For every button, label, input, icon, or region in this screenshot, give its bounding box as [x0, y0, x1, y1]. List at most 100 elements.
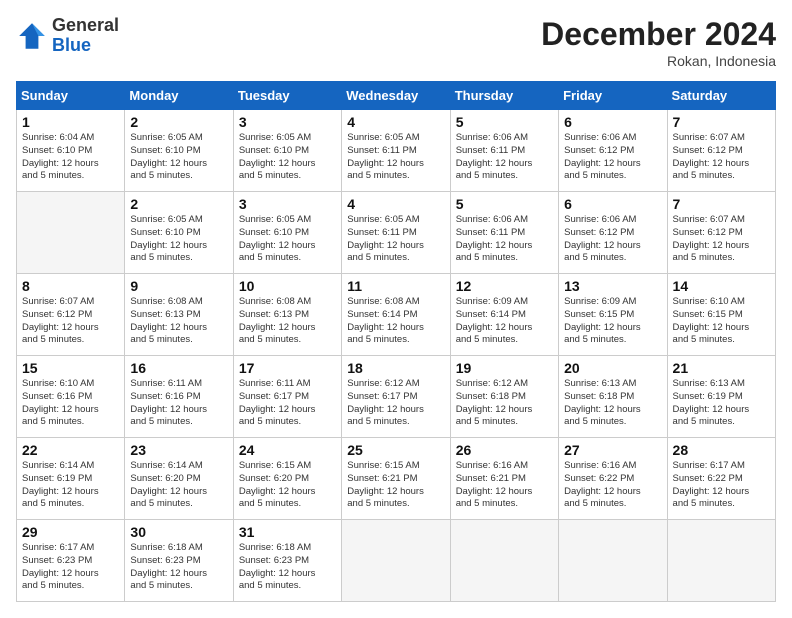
day-number: 20	[564, 360, 661, 376]
calendar-row: 1 Sunrise: 6:04 AM Sunset: 6:10 PM Dayli…	[17, 110, 776, 192]
calendar-cell: 18 Sunrise: 6:12 AM Sunset: 6:17 PM Dayl…	[342, 356, 450, 438]
day-info: Sunrise: 6:11 AM Sunset: 6:17 PM Dayligh…	[239, 378, 336, 429]
day-info: Sunrise: 6:05 AM Sunset: 6:11 PM Dayligh…	[347, 214, 444, 265]
calendar-cell: 21 Sunrise: 6:13 AM Sunset: 6:19 PM Dayl…	[667, 356, 775, 438]
month-year: December 2024	[541, 16, 776, 53]
calendar-row: 8 Sunrise: 6:07 AM Sunset: 6:12 PM Dayli…	[17, 274, 776, 356]
day-number: 11	[347, 278, 444, 294]
col-thursday: Thursday	[450, 82, 558, 110]
day-info: Sunrise: 6:15 AM Sunset: 6:21 PM Dayligh…	[347, 460, 444, 511]
day-number: 27	[564, 442, 661, 458]
calendar-cell: 8 Sunrise: 6:07 AM Sunset: 6:12 PM Dayli…	[17, 274, 125, 356]
calendar-cell: 6 Sunrise: 6:06 AM Sunset: 6:12 PM Dayli…	[559, 110, 667, 192]
calendar-row: 15 Sunrise: 6:10 AM Sunset: 6:16 PM Dayl…	[17, 356, 776, 438]
day-info: Sunrise: 6:09 AM Sunset: 6:15 PM Dayligh…	[564, 296, 661, 347]
calendar-cell: 25 Sunrise: 6:15 AM Sunset: 6:21 PM Dayl…	[342, 438, 450, 520]
calendar-cell: 26 Sunrise: 6:16 AM Sunset: 6:21 PM Dayl…	[450, 438, 558, 520]
day-info: Sunrise: 6:09 AM Sunset: 6:14 PM Dayligh…	[456, 296, 553, 347]
day-number: 4	[347, 196, 444, 212]
calendar-cell: 15 Sunrise: 6:10 AM Sunset: 6:16 PM Dayl…	[17, 356, 125, 438]
col-tuesday: Tuesday	[233, 82, 341, 110]
location: Rokan, Indonesia	[541, 53, 776, 69]
calendar-cell: 13 Sunrise: 6:09 AM Sunset: 6:15 PM Dayl…	[559, 274, 667, 356]
day-number: 21	[673, 360, 770, 376]
calendar-cell: 7 Sunrise: 6:07 AM Sunset: 6:12 PM Dayli…	[667, 110, 775, 192]
day-number: 24	[239, 442, 336, 458]
day-number: 14	[673, 278, 770, 294]
calendar-cell: 7 Sunrise: 6:07 AM Sunset: 6:12 PM Dayli…	[667, 192, 775, 274]
day-info: Sunrise: 6:13 AM Sunset: 6:19 PM Dayligh…	[673, 378, 770, 429]
col-sunday: Sunday	[17, 82, 125, 110]
day-info: Sunrise: 6:13 AM Sunset: 6:18 PM Dayligh…	[564, 378, 661, 429]
calendar-cell	[450, 520, 558, 602]
calendar-cell: 6 Sunrise: 6:06 AM Sunset: 6:12 PM Dayli…	[559, 192, 667, 274]
calendar-cell: 28 Sunrise: 6:17 AM Sunset: 6:22 PM Dayl…	[667, 438, 775, 520]
day-number: 7	[673, 196, 770, 212]
day-number: 13	[564, 278, 661, 294]
day-number: 7	[673, 114, 770, 130]
logo-text: General Blue	[52, 16, 119, 56]
calendar-cell	[342, 520, 450, 602]
page-header: General Blue December 2024 Rokan, Indone…	[16, 16, 776, 69]
day-number: 12	[456, 278, 553, 294]
logo-general: General	[52, 15, 119, 35]
calendar-cell: 5 Sunrise: 6:06 AM Sunset: 6:11 PM Dayli…	[450, 110, 558, 192]
day-number: 15	[22, 360, 119, 376]
day-info: Sunrise: 6:08 AM Sunset: 6:13 PM Dayligh…	[239, 296, 336, 347]
calendar-cell: 14 Sunrise: 6:10 AM Sunset: 6:15 PM Dayl…	[667, 274, 775, 356]
day-number: 9	[130, 278, 227, 294]
calendar-cell: 24 Sunrise: 6:15 AM Sunset: 6:20 PM Dayl…	[233, 438, 341, 520]
day-info: Sunrise: 6:06 AM Sunset: 6:11 PM Dayligh…	[456, 214, 553, 265]
calendar-cell: 2 Sunrise: 6:05 AM Sunset: 6:10 PM Dayli…	[125, 110, 233, 192]
col-wednesday: Wednesday	[342, 82, 450, 110]
day-number: 17	[239, 360, 336, 376]
day-number: 6	[564, 114, 661, 130]
day-info: Sunrise: 6:06 AM Sunset: 6:12 PM Dayligh…	[564, 214, 661, 265]
logo-blue: Blue	[52, 35, 91, 55]
day-number: 2	[130, 196, 227, 212]
title-block: December 2024 Rokan, Indonesia	[541, 16, 776, 69]
calendar-cell: 22 Sunrise: 6:14 AM Sunset: 6:19 PM Dayl…	[17, 438, 125, 520]
day-info: Sunrise: 6:18 AM Sunset: 6:23 PM Dayligh…	[239, 542, 336, 593]
day-number: 5	[456, 196, 553, 212]
day-info: Sunrise: 6:08 AM Sunset: 6:13 PM Dayligh…	[130, 296, 227, 347]
day-number: 1	[22, 114, 119, 130]
day-info: Sunrise: 6:05 AM Sunset: 6:10 PM Dayligh…	[239, 132, 336, 183]
calendar-cell: 23 Sunrise: 6:14 AM Sunset: 6:20 PM Dayl…	[125, 438, 233, 520]
calendar-cell: 11 Sunrise: 6:08 AM Sunset: 6:14 PM Dayl…	[342, 274, 450, 356]
day-number: 8	[22, 278, 119, 294]
day-info: Sunrise: 6:08 AM Sunset: 6:14 PM Dayligh…	[347, 296, 444, 347]
calendar-cell: 17 Sunrise: 6:11 AM Sunset: 6:17 PM Dayl…	[233, 356, 341, 438]
calendar-cell: 12 Sunrise: 6:09 AM Sunset: 6:14 PM Dayl…	[450, 274, 558, 356]
day-number: 4	[347, 114, 444, 130]
calendar-cell: 27 Sunrise: 6:16 AM Sunset: 6:22 PM Dayl…	[559, 438, 667, 520]
day-number: 16	[130, 360, 227, 376]
day-number: 5	[456, 114, 553, 130]
calendar-cell: 5 Sunrise: 6:06 AM Sunset: 6:11 PM Dayli…	[450, 192, 558, 274]
day-number: 6	[564, 196, 661, 212]
logo-icon	[16, 20, 48, 52]
day-number: 29	[22, 524, 119, 540]
day-info: Sunrise: 6:05 AM Sunset: 6:11 PM Dayligh…	[347, 132, 444, 183]
day-info: Sunrise: 6:04 AM Sunset: 6:10 PM Dayligh…	[22, 132, 119, 183]
calendar-cell: 10 Sunrise: 6:08 AM Sunset: 6:13 PM Dayl…	[233, 274, 341, 356]
calendar-cell: 1 Sunrise: 6:04 AM Sunset: 6:10 PM Dayli…	[17, 110, 125, 192]
day-info: Sunrise: 6:15 AM Sunset: 6:20 PM Dayligh…	[239, 460, 336, 511]
day-info: Sunrise: 6:10 AM Sunset: 6:15 PM Dayligh…	[673, 296, 770, 347]
day-number: 10	[239, 278, 336, 294]
day-number: 31	[239, 524, 336, 540]
calendar-cell: 3 Sunrise: 6:05 AM Sunset: 6:10 PM Dayli…	[233, 110, 341, 192]
day-info: Sunrise: 6:06 AM Sunset: 6:11 PM Dayligh…	[456, 132, 553, 183]
calendar-cell: 3 Sunrise: 6:05 AM Sunset: 6:10 PM Dayli…	[233, 192, 341, 274]
calendar-table: Sunday Monday Tuesday Wednesday Thursday…	[16, 81, 776, 602]
day-number: 3	[239, 114, 336, 130]
day-number: 26	[456, 442, 553, 458]
calendar-cell: 29 Sunrise: 6:17 AM Sunset: 6:23 PM Dayl…	[17, 520, 125, 602]
day-info: Sunrise: 6:10 AM Sunset: 6:16 PM Dayligh…	[22, 378, 119, 429]
calendar-row: 2 Sunrise: 6:05 AM Sunset: 6:10 PM Dayli…	[17, 192, 776, 274]
calendar-cell	[559, 520, 667, 602]
calendar-cell: 4 Sunrise: 6:05 AM Sunset: 6:11 PM Dayli…	[342, 192, 450, 274]
calendar-cell: 9 Sunrise: 6:08 AM Sunset: 6:13 PM Dayli…	[125, 274, 233, 356]
calendar-cell: 19 Sunrise: 6:12 AM Sunset: 6:18 PM Dayl…	[450, 356, 558, 438]
day-info: Sunrise: 6:07 AM Sunset: 6:12 PM Dayligh…	[22, 296, 119, 347]
